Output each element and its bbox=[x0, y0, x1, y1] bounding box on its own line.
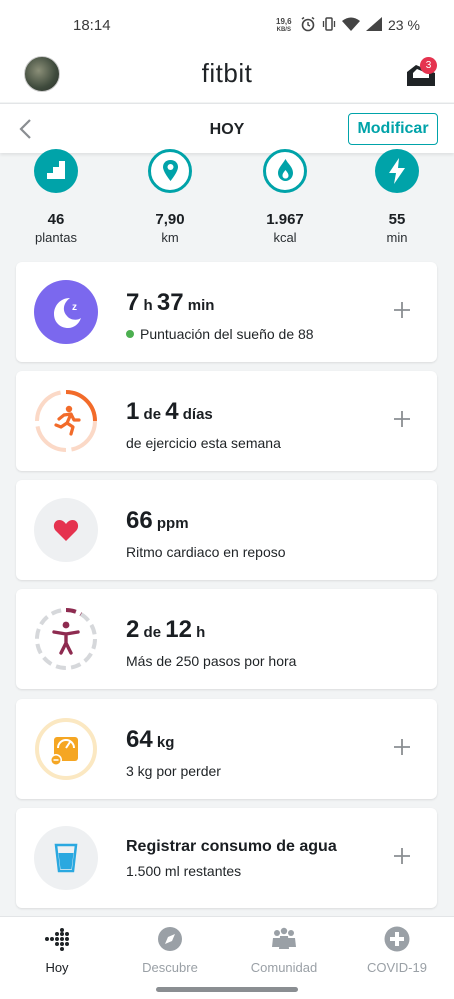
heart-rate-value: 66 bbox=[126, 507, 153, 534]
wifi-icon bbox=[342, 17, 360, 31]
water-glass-icon bbox=[54, 843, 78, 873]
stat-distance-circle bbox=[148, 149, 192, 193]
svg-text:z: z bbox=[72, 302, 77, 313]
battery-level: 23 % bbox=[388, 17, 420, 33]
heart-rate-unit: ppm bbox=[156, 515, 189, 532]
network-speed-value: 19,6 bbox=[276, 17, 292, 26]
nav-item-covid[interactable]: COVID-19 bbox=[347, 925, 447, 975]
hourly-activity-card[interactable]: 2 de 12 h Más de 250 pasos por hora bbox=[16, 589, 437, 689]
weight-card[interactable]: 64 kg 3 kg por perder bbox=[16, 699, 437, 799]
nav-label: Descubre bbox=[142, 960, 198, 975]
stat-value: 46 bbox=[47, 211, 65, 228]
stat-unit: km bbox=[161, 230, 179, 245]
vibrate-icon bbox=[322, 17, 336, 31]
sleep-minutes: 37 bbox=[156, 289, 184, 316]
flame-icon bbox=[277, 159, 293, 181]
exercise-days: 1 de 4 días bbox=[126, 398, 213, 426]
stats-row: 46 plantas 7,90 km 1.967 kcal 55 min bbox=[0, 149, 454, 253]
add-icon[interactable] bbox=[392, 846, 412, 866]
modify-button[interactable]: Modificar bbox=[348, 113, 438, 145]
hourly-total: 12 bbox=[165, 616, 192, 643]
notification-badge: 3 bbox=[420, 57, 437, 74]
exercise-of: de bbox=[143, 406, 162, 423]
scale-icon bbox=[50, 737, 78, 766]
moon-icon: z bbox=[54, 298, 81, 328]
stat-floors-circle bbox=[34, 149, 78, 193]
stretch-person-icon bbox=[52, 621, 80, 655]
sleep-hours: 7 bbox=[126, 289, 140, 316]
stairs-icon bbox=[47, 161, 65, 179]
stat-value: 55 bbox=[388, 211, 406, 228]
medical-cross-icon bbox=[384, 926, 410, 952]
stat-value: 7,90 bbox=[155, 211, 185, 228]
nav-item-discover[interactable]: Descubre bbox=[120, 925, 220, 975]
heart-icon bbox=[53, 520, 79, 541]
date-bar: HOY Modificar bbox=[0, 103, 454, 153]
exercise-unit: días bbox=[182, 406, 213, 423]
sleep-icon-bg: z bbox=[34, 280, 98, 344]
nav-item-today[interactable]: Hoy bbox=[7, 925, 107, 975]
fitbit-dots-icon bbox=[45, 928, 69, 951]
heart-rate: 66 ppm bbox=[126, 507, 189, 535]
community-icon bbox=[272, 927, 296, 949]
score-dot bbox=[126, 330, 134, 338]
weight-value: 64 bbox=[126, 726, 153, 753]
home-indicator[interactable] bbox=[156, 987, 298, 992]
hourly-unit: h bbox=[196, 624, 206, 641]
hourly-done: 2 bbox=[126, 616, 140, 643]
add-icon[interactable] bbox=[392, 737, 412, 757]
sleep-hours-unit: h bbox=[143, 297, 153, 314]
exercise-done: 1 bbox=[126, 398, 140, 425]
compass-icon bbox=[158, 927, 182, 951]
stat-unit: plantas bbox=[35, 230, 77, 245]
nav-item-community[interactable]: Comunidad bbox=[234, 925, 334, 975]
stat-calories-circle bbox=[263, 149, 307, 193]
weight-subtitle: 3 kg por perder bbox=[126, 763, 221, 779]
hourly-of: de bbox=[143, 624, 162, 641]
stat-unit: min bbox=[386, 230, 408, 245]
hourly-ring bbox=[35, 608, 97, 670]
heart-icon-bg bbox=[34, 498, 98, 562]
location-pin-icon bbox=[162, 160, 178, 181]
stat-unit: kcal bbox=[273, 230, 297, 245]
status-time: 18:14 bbox=[73, 17, 111, 34]
exercise-card[interactable]: 1 de 4 días de ejercicio esta semana bbox=[16, 371, 437, 471]
app-bar: fitbit 3 bbox=[0, 50, 454, 102]
water-icon-bg bbox=[34, 826, 98, 890]
running-icon bbox=[54, 405, 81, 436]
water-title: Registrar consumo de agua bbox=[126, 838, 337, 855]
weight-unit: kg bbox=[156, 734, 175, 751]
sleep-card[interactable]: z 7 h 37 min Puntuación del sueño de 88 bbox=[16, 262, 437, 362]
signal-icon bbox=[366, 17, 382, 31]
add-icon[interactable] bbox=[392, 409, 412, 429]
sleep-score-text: Puntuación del sueño de 88 bbox=[140, 326, 314, 342]
hourly-subtitle: Más de 250 pasos por hora bbox=[126, 653, 297, 669]
stat-value: 1.967 bbox=[266, 211, 304, 228]
heart-rate-subtitle: Ritmo cardiaco en reposo bbox=[126, 544, 286, 560]
network-speed-unit: KB/S bbox=[276, 27, 291, 33]
heart-rate-card[interactable]: 66 ppm Ritmo cardiaco en reposo bbox=[16, 480, 437, 580]
brand-logo: fitbit bbox=[201, 58, 253, 88]
exercise-total: 4 bbox=[165, 398, 179, 425]
sleep-minutes-unit: min bbox=[187, 297, 215, 314]
nav-label: Comunidad bbox=[250, 960, 318, 975]
add-icon[interactable] bbox=[392, 300, 412, 320]
water-card[interactable]: Registrar consumo de agua 1.500 ml resta… bbox=[16, 808, 437, 908]
stat-active-minutes-circle bbox=[375, 149, 419, 193]
status-bar: 18:14 19,6 KB/S 23 % bbox=[0, 0, 454, 50]
weight-ring bbox=[35, 718, 97, 780]
nav-label: COVID-19 bbox=[367, 960, 427, 975]
alarm-icon bbox=[301, 16, 315, 32]
lightning-icon bbox=[389, 158, 405, 184]
status-icons bbox=[300, 16, 382, 32]
hourly-hours: 2 de 12 h bbox=[126, 616, 205, 644]
water-subtitle: 1.500 ml restantes bbox=[126, 863, 242, 879]
sleep-score: Puntuación del sueño de 88 bbox=[126, 326, 314, 342]
exercise-subtitle: de ejercicio esta semana bbox=[126, 435, 281, 451]
nav-label: Hoy bbox=[45, 960, 69, 975]
exercise-ring bbox=[35, 390, 97, 452]
weight-value-line: 64 kg bbox=[126, 726, 174, 754]
sleep-duration: 7 h 37 min bbox=[126, 289, 214, 317]
network-speed: 19,6 KB/S bbox=[276, 18, 292, 34]
